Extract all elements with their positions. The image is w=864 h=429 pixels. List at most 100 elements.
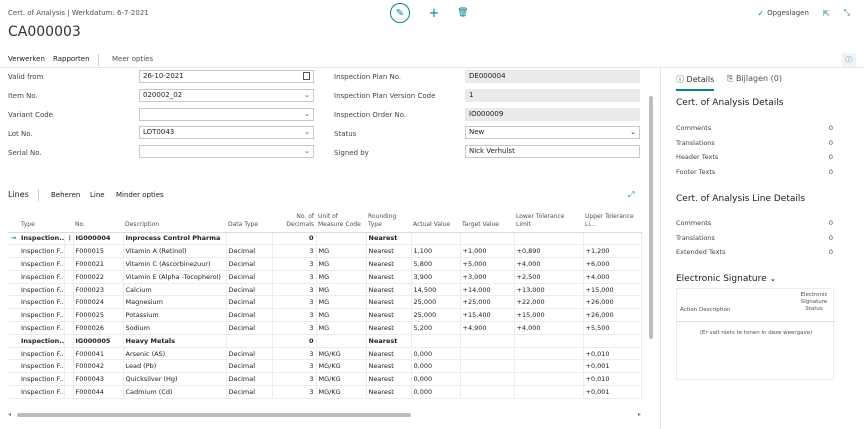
cell-uom[interactable]: MG [316,257,367,271]
row-selected-arrow-icon[interactable]: → [8,232,19,246]
cell-desc[interactable]: Vitamin C (Ascorbinezuur) [123,257,227,271]
fact-row-value[interactable]: 0 [829,124,833,132]
cell-type[interactable]: Inspection F... [19,270,65,284]
cell-round[interactable]: Nearest [366,232,412,246]
cell-type[interactable]: Inspection F... [19,283,65,297]
cell-no[interactable]: F000044 [73,385,124,399]
cell-upper[interactable]: +26,000 [583,308,642,323]
cell-round[interactable]: Nearest [366,359,412,374]
row-marker[interactable] [8,385,19,399]
cell-dtype[interactable]: Decimal [226,257,273,271]
row-marker[interactable] [8,334,19,348]
table-row[interactable]: Inspection... IG000005 Heavy Metals 0 Neares… [8,334,642,348]
cell-target[interactable]: +14,000 [460,283,515,297]
cell-no[interactable]: F000025 [73,308,124,323]
cell-uom[interactable]: MG [316,270,367,284]
cell-target[interactable]: +1,000 [460,244,515,259]
cell-type[interactable]: Inspection F... [19,359,65,374]
cell-desc[interactable]: Vitamin E (Alpha -Tocopherol) [123,270,227,284]
chevron-down-icon[interactable]: ⌄ [304,146,310,157]
cell-actual[interactable]: 0,000 [411,385,461,399]
cell-upper[interactable]: +6,000 [583,257,642,271]
cell-type[interactable]: Inspection... [19,232,65,246]
valid-from-field[interactable]: 26-10-2021 [139,70,314,83]
column-header[interactable]: Lower Tolerance Limit [514,210,583,233]
signed-by-field[interactable]: Nick Verhulst [465,145,640,158]
row-marker[interactable] [8,283,19,297]
cell-dec[interactable]: 3 [272,359,317,374]
cell-no[interactable]: F000023 [73,283,124,297]
cell-actual[interactable]: 14,500 [411,283,461,297]
cell-round[interactable]: Nearest [366,321,412,335]
cell-type[interactable]: Inspection F... [19,347,65,361]
cell-no[interactable]: F000026 [73,321,124,335]
row-marker[interactable] [8,295,19,310]
cell-uom[interactable] [316,232,367,246]
cell-dtype[interactable]: Decimal [226,372,273,387]
row-marker[interactable] [8,372,19,387]
table-row[interactable]: Inspection F... F000025 Potassium Decimal 3 M… [8,308,642,323]
electronic-signature-heading[interactable]: Electronic Signature ⌄ [676,274,776,284]
process-menu[interactable]: Verwerken [8,55,45,63]
column-header[interactable]: Target Value [460,210,514,233]
column-header[interactable]: Type [19,210,64,233]
row-menu-icon[interactable] [64,347,74,361]
cell-round[interactable]: Nearest [366,244,412,259]
cell-uom[interactable] [316,334,367,348]
cell-actual[interactable] [411,334,461,348]
cell-lower[interactable] [514,232,584,246]
row-menu-icon[interactable] [64,372,74,387]
table-row[interactable]: Inspection F... F000021 Vitamin C (Ascorbi… [8,257,642,271]
cell-dtype[interactable]: Decimal [226,321,273,335]
row-menu-icon[interactable] [64,257,74,271]
column-header[interactable]: Action Description [680,307,730,313]
column-header[interactable]: Rounding Type [366,210,411,233]
cell-no[interactable]: F000042 [73,359,124,374]
cell-dtype[interactable]: Decimal [226,385,273,399]
column-header[interactable]: Electronic Signature Status [799,292,829,313]
status-select[interactable]: New ⌄ [465,126,640,139]
column-header[interactable]: Unit of Measure Code [316,210,366,233]
cell-target[interactable]: +3,000 [460,270,515,284]
cell-actual[interactable]: 25,000 [411,295,461,310]
table-row[interactable]: Inspection F... F000041 Arsenic (AS) Decima… [8,347,642,361]
cell-desc[interactable]: Magnesium [123,295,227,310]
table-row[interactable]: Inspection F... F000015 Vitamin A (Retinol… [8,244,642,259]
fact-row-value[interactable]: 0 [829,168,833,176]
reports-menu[interactable]: Rapporten [53,55,90,63]
cell-no[interactable]: F000041 [73,347,124,361]
cell-upper[interactable]: +0,001 [583,359,642,374]
row-marker[interactable] [8,244,19,259]
cell-no[interactable]: F000021 [73,257,124,271]
cell-dtype[interactable]: Decimal [226,244,273,259]
cell-no[interactable]: F000043 [73,372,124,387]
cell-uom[interactable]: MG/KG [316,347,367,361]
row-marker[interactable] [8,359,19,374]
cell-round[interactable]: Nearest [366,308,412,323]
line-menu[interactable]: Line [90,191,105,199]
chevron-down-icon[interactable]: ⌄ [770,274,777,283]
delete-icon[interactable]: 🗑 [457,8,468,18]
cell-desc[interactable]: Potassium [123,308,227,323]
cell-dec[interactable]: 0 [272,334,317,348]
table-row[interactable]: Inspection F... F000044 Cadmium (Cd) Decima… [8,385,642,399]
collapse-icon[interactable]: ⤡ [844,8,850,18]
cell-target[interactable] [460,232,515,246]
cell-round[interactable]: Nearest [366,270,412,284]
cell-round[interactable]: Nearest [366,257,412,271]
cell-uom[interactable]: MG/KG [316,359,367,374]
row-menu-icon[interactable] [64,295,74,310]
row-menu-icon[interactable] [64,308,74,323]
cell-desc[interactable]: Arsenic (AS) [123,347,227,361]
cell-dtype[interactable]: Decimal [226,359,273,374]
fact-row-value[interactable]: 0 [829,248,833,256]
column-header[interactable]: Actual Value [411,210,460,233]
row-marker[interactable] [8,321,19,335]
cell-dec[interactable]: 3 [272,347,317,361]
chevron-down-icon[interactable]: ⌄ [304,90,310,101]
column-header[interactable]: Upper Tolerance Li... [583,210,641,233]
manage-menu[interactable]: Beheren [51,191,80,199]
cell-dtype[interactable]: Decimal [226,295,273,310]
cell-type[interactable]: Inspection F... [19,321,65,335]
new-icon[interactable]: + [427,6,441,21]
